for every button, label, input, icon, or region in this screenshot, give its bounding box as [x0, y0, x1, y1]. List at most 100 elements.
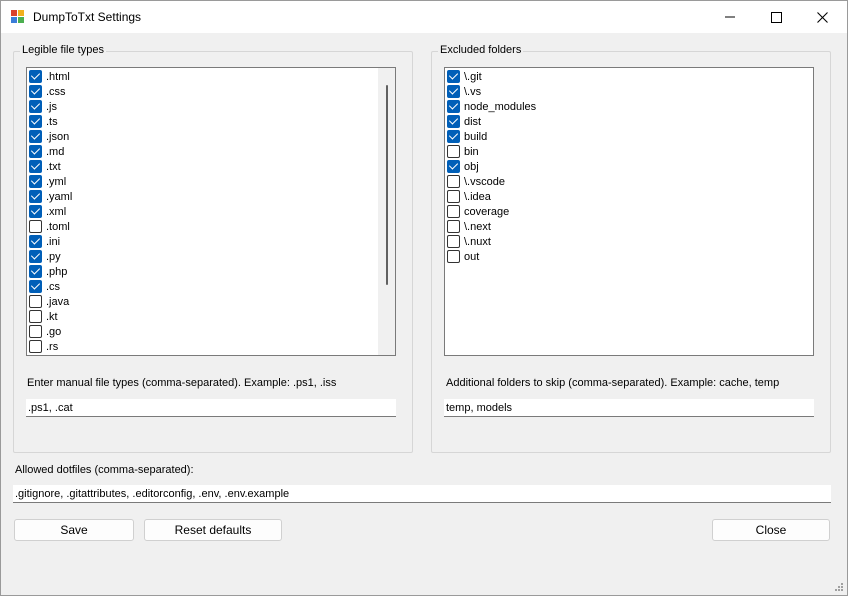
list-item[interactable]: .txt	[29, 159, 61, 174]
list-item[interactable]: build	[447, 129, 487, 144]
list-item[interactable]: .rs	[29, 339, 58, 354]
dotfiles-input[interactable]	[13, 485, 831, 503]
list-item[interactable]: dist	[447, 114, 481, 129]
list-item[interactable]: .css	[29, 84, 66, 99]
checkbox-checked[interactable]	[29, 235, 42, 248]
list-item-label: \.next	[464, 220, 491, 233]
list-item[interactable]: \.next	[447, 219, 491, 234]
checkbox-unchecked[interactable]	[29, 325, 42, 338]
list-item[interactable]: .ts	[29, 114, 58, 129]
list-item[interactable]: obj	[447, 159, 479, 174]
list-item[interactable]: bin	[447, 144, 479, 159]
list-item[interactable]: coverage	[447, 204, 509, 219]
list-item[interactable]: .html	[29, 69, 70, 84]
dotfiles-label: Allowed dotfiles (comma-separated):	[15, 464, 194, 476]
checkbox-checked[interactable]	[29, 130, 42, 143]
list-item-label: node_modules	[464, 100, 537, 113]
list-item-label: \.git	[464, 70, 482, 83]
close-button[interactable]: Close	[712, 519, 830, 541]
list-item-label: \.vs	[464, 85, 482, 98]
list-item[interactable]: .kt	[29, 309, 58, 324]
checkbox-unchecked[interactable]	[29, 340, 42, 353]
list-item[interactable]: node_modules	[447, 99, 536, 114]
manual-file-types-label: Enter manual file types (comma-separated…	[27, 377, 337, 389]
list-item-label: .css	[46, 85, 66, 98]
list-item[interactable]: .php	[29, 264, 67, 279]
checkbox-unchecked[interactable]	[29, 295, 42, 308]
checkbox-unchecked[interactable]	[447, 145, 460, 158]
checkbox-unchecked[interactable]	[447, 250, 460, 263]
checkbox-unchecked[interactable]	[447, 235, 460, 248]
list-item[interactable]: \.idea	[447, 189, 491, 204]
file-types-scrollbar[interactable]	[378, 68, 395, 355]
checkbox-checked[interactable]	[29, 115, 42, 128]
checkbox-unchecked[interactable]	[447, 220, 460, 233]
minimize-button[interactable]	[707, 1, 753, 33]
list-item[interactable]: out	[447, 249, 479, 264]
list-item[interactable]: \.git	[447, 69, 482, 84]
checkbox-checked[interactable]	[29, 145, 42, 158]
list-item[interactable]: .py	[29, 249, 61, 264]
file-types-list[interactable]: .html .css .js .ts .json .md .txt .yml .yaml .xml…	[26, 67, 396, 356]
list-item-label: .java	[46, 295, 70, 308]
checkbox-checked[interactable]	[447, 130, 460, 143]
list-item[interactable]: .md	[29, 144, 64, 159]
manual-file-types-input[interactable]	[26, 399, 396, 417]
list-item-label: .md	[46, 145, 65, 158]
list-item[interactable]: .js	[29, 99, 57, 114]
checkbox-checked[interactable]	[447, 70, 460, 83]
list-item[interactable]: .ini	[29, 234, 60, 249]
checkbox-unchecked[interactable]	[447, 190, 460, 203]
checkbox-checked[interactable]	[29, 265, 42, 278]
list-item-label: \.idea	[464, 190, 491, 203]
additional-folders-input[interactable]	[444, 399, 814, 417]
scrollbar-thumb[interactable]	[386, 85, 388, 285]
list-item[interactable]: .yaml	[29, 189, 72, 204]
list-item-label: .ini	[46, 235, 61, 248]
list-item[interactable]: .toml	[29, 219, 70, 234]
checkbox-unchecked[interactable]	[447, 205, 460, 218]
checkbox-checked[interactable]	[29, 175, 42, 188]
checkbox-checked[interactable]	[29, 190, 42, 203]
list-item-label: bin	[464, 145, 479, 158]
checkbox-checked[interactable]	[447, 115, 460, 128]
checkbox-unchecked[interactable]	[447, 175, 460, 188]
checkbox-checked[interactable]	[29, 100, 42, 113]
maximize-button[interactable]	[753, 1, 799, 33]
list-item[interactable]: \.vscode	[447, 174, 505, 189]
maximize-icon	[770, 11, 782, 23]
list-item[interactable]: \.vs	[447, 84, 481, 99]
save-button[interactable]: Save	[14, 519, 134, 541]
list-item[interactable]: .xml	[29, 204, 66, 219]
checkbox-checked[interactable]	[447, 100, 460, 113]
checkbox-checked[interactable]	[29, 70, 42, 83]
list-item[interactable]: .json	[29, 129, 69, 144]
list-item-label: .json	[46, 130, 70, 143]
excluded-folders-group: Excluded folders \.git \.vs node_modules di…	[431, 44, 831, 453]
checkbox-unchecked[interactable]	[29, 220, 42, 233]
list-item-label: \.nuxt	[464, 235, 491, 248]
list-item-label: .ts	[46, 115, 58, 128]
title-bar[interactable]: DumpToTxt Settings	[1, 1, 847, 33]
resize-grip-icon[interactable]	[834, 582, 844, 592]
checkbox-checked[interactable]	[29, 160, 42, 173]
close-window-button[interactable]	[799, 1, 845, 33]
checkbox-checked[interactable]	[29, 205, 42, 218]
checkbox-unchecked[interactable]	[29, 310, 42, 323]
list-item-label: .py	[46, 250, 61, 263]
excluded-folders-list[interactable]: \.git \.vs node_modules dist build bin obj \.vs…	[444, 67, 814, 356]
list-item[interactable]: .yml	[29, 174, 66, 189]
checkbox-checked[interactable]	[447, 85, 460, 98]
reset-defaults-button[interactable]: Reset defaults	[144, 519, 282, 541]
checkbox-checked[interactable]	[29, 250, 42, 263]
list-item[interactable]: .java	[29, 294, 69, 309]
list-item[interactable]: .go	[29, 324, 61, 339]
checkbox-checked[interactable]	[447, 160, 460, 173]
checkbox-checked[interactable]	[29, 280, 42, 293]
checkbox-checked[interactable]	[29, 85, 42, 98]
minimize-icon	[725, 16, 735, 18]
list-item[interactable]: .cs	[29, 279, 60, 294]
list-item-label: build	[464, 130, 488, 143]
list-item-label: .xml	[46, 205, 67, 218]
list-item[interactable]: \.nuxt	[447, 234, 491, 249]
